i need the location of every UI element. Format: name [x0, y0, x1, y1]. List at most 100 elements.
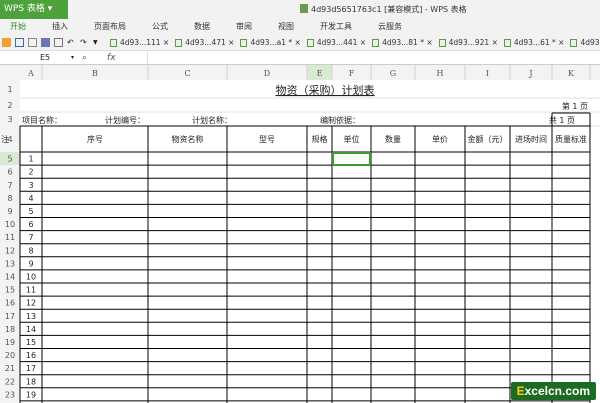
sequence-cell[interactable]: 1 — [28, 155, 33, 164]
row-header[interactable]: 3 — [7, 115, 12, 124]
document-tab-label: 4d93...61 * × — [513, 38, 565, 47]
sheet-title: 物资（采购）计划表 — [276, 83, 375, 97]
row-header[interactable]: 6 — [7, 168, 12, 177]
document-tab[interactable]: 4d93...81 * × — [372, 38, 433, 47]
column-header-I[interactable]: I — [486, 69, 489, 78]
print-icon[interactable] — [41, 38, 50, 47]
document-tab[interactable]: 4d93...a1 * × — [240, 38, 301, 47]
sequence-cell[interactable]: 10 — [26, 273, 36, 282]
zoom-icon[interactable]: ⌕ — [82, 53, 87, 63]
menu-tab[interactable]: 审阅 — [236, 19, 252, 35]
row-header[interactable]: 22 — [5, 377, 15, 386]
selected-cell-E5[interactable] — [332, 152, 371, 166]
watermark-text: xcelcn.com — [524, 384, 590, 398]
row-header[interactable]: 23 — [5, 390, 15, 399]
open-icon[interactable] — [2, 38, 11, 47]
sequence-cell[interactable]: 3 — [28, 181, 33, 190]
sequence-cell[interactable]: 14 — [26, 325, 36, 334]
sequence-cell[interactable]: 5 — [28, 207, 33, 216]
row-header[interactable]: 11 — [5, 233, 15, 242]
row-header[interactable]: 8 — [7, 194, 12, 203]
column-header-C[interactable]: C — [184, 69, 190, 78]
column-title: 单位 — [344, 134, 360, 144]
sequence-cell[interactable]: 15 — [26, 338, 36, 347]
column-header-D[interactable]: D — [264, 69, 270, 78]
sequence-cell[interactable]: 6 — [28, 220, 33, 229]
row-header[interactable]: 15 — [5, 286, 15, 295]
app-button-label: WPS 表格 — [4, 4, 45, 14]
menu-tab[interactable]: 公式 — [152, 19, 168, 35]
row-header[interactable]: 9 — [7, 207, 12, 216]
document-tab[interactable]: 4d93...61 * × — [503, 38, 565, 47]
sequence-cell[interactable]: 16 — [26, 351, 36, 360]
sequence-cell[interactable]: 18 — [26, 377, 36, 386]
row-header[interactable]: 16 — [5, 299, 15, 308]
sequence-cell[interactable]: 9 — [28, 259, 33, 268]
save-icon[interactable] — [15, 38, 24, 47]
sheet-file-icon — [570, 38, 578, 47]
row-header[interactable]: 18 — [5, 325, 15, 334]
column-header-B[interactable]: B — [92, 69, 98, 78]
row-header[interactable]: 12 — [5, 246, 15, 255]
document-tab[interactable]: 4d93...441 × — [306, 38, 366, 47]
undo-icon[interactable]: ↶ — [67, 38, 76, 47]
customize-dropdown-icon[interactable]: ▼ — [93, 38, 102, 47]
column-header-A[interactable]: A — [27, 69, 34, 78]
column-title: 金额（元） — [468, 134, 508, 144]
column-header-K[interactable]: K — [568, 69, 575, 78]
column-title: 进场时间 — [515, 134, 547, 144]
column-title: 规格 — [312, 134, 328, 144]
redo-icon[interactable]: ↷ — [80, 38, 89, 47]
row-header[interactable]: 7 — [7, 181, 12, 190]
spreadsheet-grid[interactable]: A B C D E F G H I J K12345678910111213141516171819… — [0, 65, 600, 403]
menu-tab[interactable]: 开始 — [10, 19, 26, 35]
row-header[interactable]: 20 — [5, 351, 15, 360]
sequence-cell[interactable]: 13 — [26, 312, 36, 321]
print-preview-icon[interactable] — [54, 38, 63, 47]
sequence-cell[interactable]: 12 — [26, 299, 36, 308]
watermark-e: E — [516, 384, 525, 398]
name-box[interactable]: E5 ▾ — [0, 52, 82, 64]
menu-tab[interactable]: 开发工具 — [320, 19, 352, 35]
column-header-E[interactable]: E — [317, 69, 323, 78]
sheet-file-icon — [372, 38, 380, 47]
sequence-cell[interactable]: 4 — [28, 194, 33, 203]
sequence-cell[interactable]: 7 — [28, 233, 33, 242]
menu-tab[interactable]: 页面布局 — [94, 19, 126, 35]
row-header[interactable]: 2 — [7, 101, 12, 110]
formula-input[interactable] — [147, 51, 600, 64]
menu-tab[interactable]: 数据 — [194, 19, 210, 35]
column-header-G[interactable]: G — [390, 69, 396, 78]
row-header[interactable]: 19 — [5, 338, 15, 347]
document-tab[interactable]: 4d93...111 × — [110, 38, 169, 47]
row-header[interactable]: 13 — [5, 259, 15, 268]
row-header[interactable]: 10 — [5, 220, 15, 229]
document-icon — [300, 4, 308, 13]
document-tab[interactable]: 4d93 — [570, 38, 600, 47]
document-tab[interactable]: 4d93...471 × — [175, 38, 234, 47]
sequence-cell[interactable]: 19 — [26, 390, 36, 399]
menu-tab[interactable]: 视图 — [278, 19, 294, 35]
row-header[interactable]: 1 — [7, 85, 12, 94]
window-title: 4d93d5651763c1 [兼容模式] - WPS 表格 — [300, 4, 467, 15]
row-header[interactable]: 5 — [7, 155, 12, 164]
fx-button[interactable]: fx — [107, 53, 147, 63]
column-header-F[interactable]: F — [349, 69, 355, 78]
row-header[interactable]: 14 — [5, 273, 15, 282]
sequence-cell[interactable]: 2 — [28, 168, 33, 177]
column-title: 序号 — [87, 134, 103, 144]
document-tab[interactable]: 4d93...921 × — [438, 38, 498, 47]
document-tab-label: 4d93 — [580, 38, 600, 47]
row-header[interactable]: 17 — [5, 312, 15, 321]
column-header-H[interactable]: H — [437, 69, 444, 78]
menu-tab[interactable]: 云服务 — [378, 19, 402, 35]
column-header-J[interactable]: J — [528, 69, 532, 78]
sequence-cell[interactable]: 11 — [26, 286, 36, 295]
export-icon[interactable] — [28, 38, 37, 47]
sequence-cell[interactable]: 17 — [26, 364, 36, 373]
menu-tab[interactable]: 插入 — [52, 19, 68, 35]
row-header[interactable]: 21 — [5, 364, 15, 373]
app-menu-button[interactable]: WPS 表格 ▾ — [0, 0, 68, 19]
sequence-cell[interactable]: 8 — [28, 246, 33, 255]
column-title: 单价 — [432, 134, 448, 144]
